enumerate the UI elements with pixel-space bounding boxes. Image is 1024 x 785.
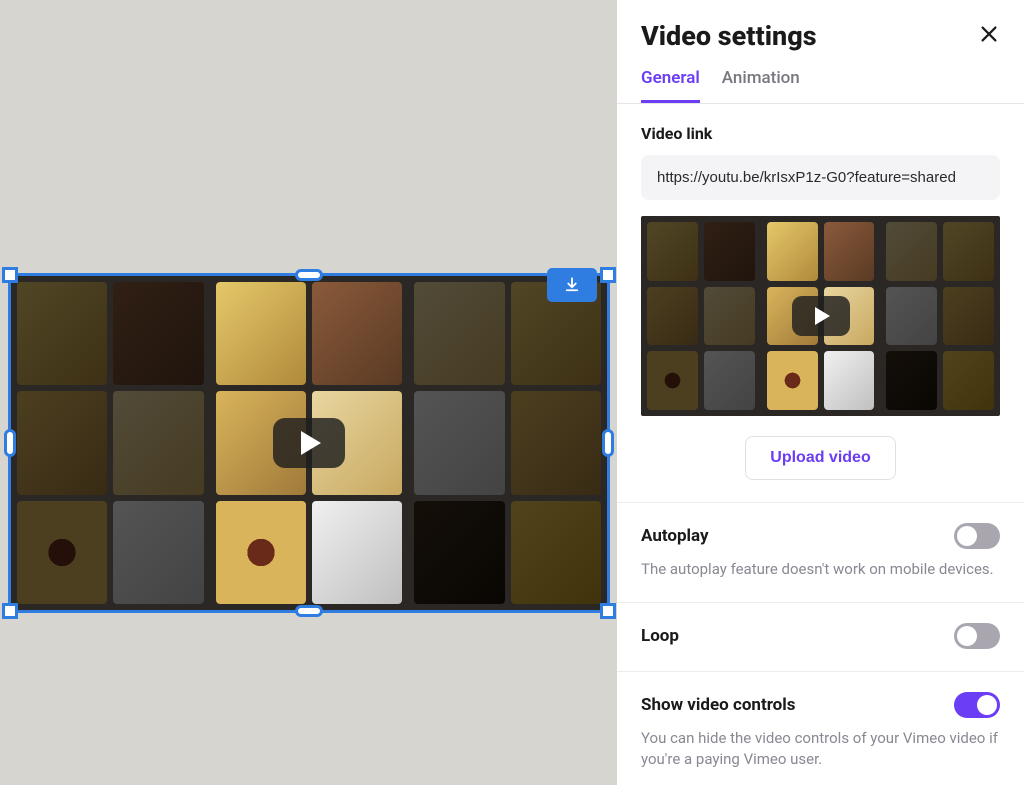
download-icon: [563, 276, 581, 294]
show-controls-hint: You can hide the video controls of your …: [641, 728, 1000, 770]
resize-handle-top[interactable]: [295, 269, 323, 281]
section-autoplay: Autoplay The autoplay feature doesn't wo…: [617, 503, 1024, 603]
video-link-input[interactable]: [641, 155, 1000, 200]
video-element-selected[interactable]: [8, 273, 610, 613]
show-controls-label: Show video controls: [641, 695, 796, 715]
video-preview[interactable]: [641, 216, 1000, 416]
resize-handle-bottom-right[interactable]: [600, 603, 616, 619]
resize-handle-right[interactable]: [602, 429, 614, 457]
play-icon: [301, 431, 321, 455]
panel-title: Video settings: [641, 20, 817, 52]
autoplay-hint: The autoplay feature doesn't work on mob…: [641, 559, 1000, 580]
loop-toggle[interactable]: [954, 623, 1000, 649]
section-loop: Loop: [617, 603, 1024, 672]
play-icon: [815, 307, 830, 325]
loop-label: Loop: [641, 626, 679, 646]
section-show-controls: Show video controls You can hide the vid…: [617, 672, 1024, 785]
autoplay-label: Autoplay: [641, 526, 709, 546]
upload-video-button[interactable]: Upload video: [745, 436, 895, 480]
tab-general[interactable]: General: [641, 68, 700, 103]
resize-handle-top-right[interactable]: [600, 267, 616, 283]
resize-handle-left[interactable]: [4, 429, 16, 457]
tab-animation[interactable]: Animation: [722, 68, 800, 103]
video-link-label: Video link: [641, 124, 1000, 143]
close-icon: [978, 23, 1000, 45]
resize-handle-top-left[interactable]: [2, 267, 18, 283]
play-button[interactable]: [273, 418, 345, 468]
editor-canvas[interactable]: [0, 0, 617, 785]
close-button[interactable]: [978, 23, 1000, 50]
show-controls-toggle[interactable]: [954, 692, 1000, 718]
section-video-link: Video link Upload video: [617, 104, 1024, 503]
resize-handle-bottom-left[interactable]: [2, 603, 18, 619]
resize-handle-bottom[interactable]: [295, 605, 323, 617]
preview-play-button[interactable]: [792, 296, 850, 336]
autoplay-toggle[interactable]: [954, 523, 1000, 549]
video-settings-panel: Video settings General Animation Video l…: [617, 0, 1024, 785]
tab-bar: General Animation: [617, 62, 1024, 104]
download-button[interactable]: [547, 268, 597, 302]
